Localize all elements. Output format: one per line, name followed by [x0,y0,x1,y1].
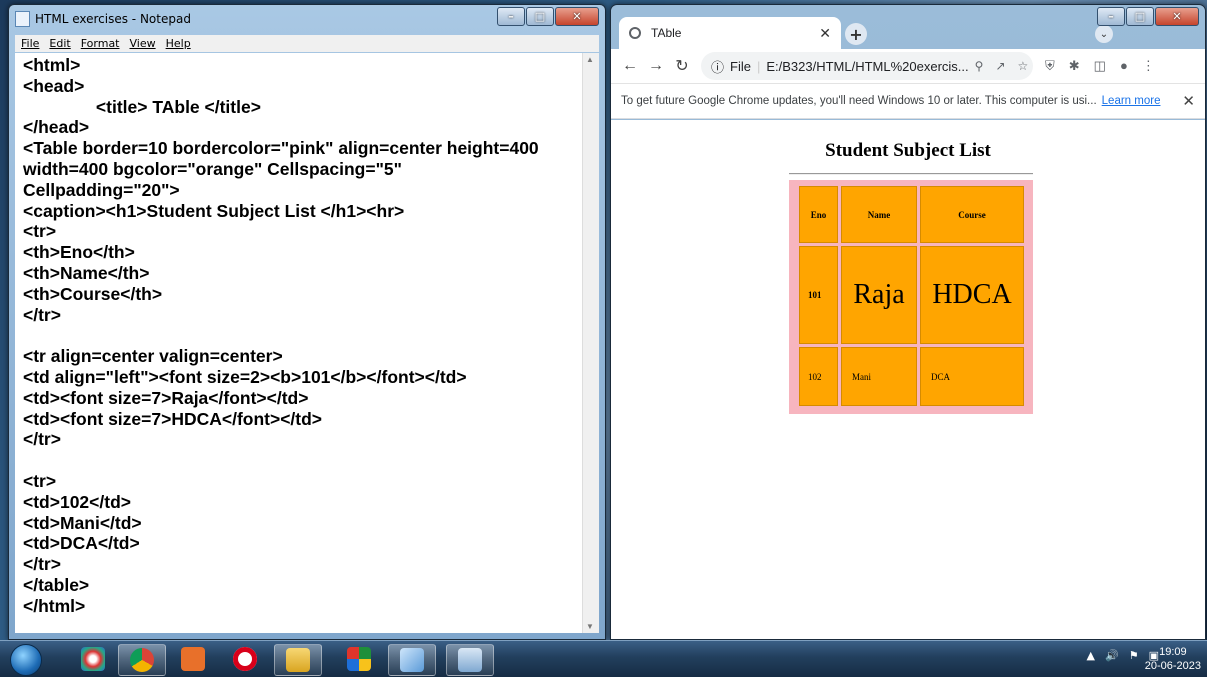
browser-toolbar: ← → ↻ ⓘ File | E:/B323/HTML/HTML%20exerc… [611,49,1205,83]
td-course-dca: DCA [920,347,1024,406]
clock-time: 19:09 [1159,646,1187,658]
tab-title: TAble [651,26,682,40]
notepad-menubar: File Edit Format View Help [15,35,599,52]
table-caption: Student Subject List [825,140,991,161]
tray-expand-icon[interactable]: ▲ [1087,649,1095,662]
minimize-button[interactable]: – [497,7,525,26]
opera-icon [233,647,257,671]
back-arrow-icon[interactable]: ← [617,57,643,75]
action-center-flag-icon[interactable]: ⚑ [1129,649,1139,662]
menu-file[interactable]: File [21,37,39,50]
windows-flag-icon [347,647,371,671]
taskbar-item-opera[interactable] [222,644,268,674]
volume-icon[interactable]: 🔊 [1105,649,1119,662]
infobar-text: To get future Google Chrome updates, you… [621,95,1097,107]
chrome-icon [130,648,154,672]
learn-more-link[interactable]: Learn more [1102,95,1161,107]
zoom-icon[interactable]: ⚲ [975,59,984,73]
scroll-down-icon[interactable]: ▼ [586,622,594,631]
taskbar-item-paint[interactable] [70,644,116,674]
chrome-caption-buttons: – □ ✕ [1097,7,1199,26]
student-table: Eno Name Course 101 Raja HDCA 102 Mani D… [789,180,1033,414]
menu-help[interactable]: Help [166,37,191,50]
clock[interactable]: 19:09 20-06-2023 [1145,645,1201,673]
taskbar-item-explorer[interactable] [274,644,322,676]
menu-edit[interactable]: Edit [49,37,70,50]
chrome-window[interactable]: TAble ✕ + ⌄ – □ ✕ ← → ↻ ⓘ File | E:/B323… [610,4,1206,640]
notepad-app-icon [15,11,30,27]
new-tab-button[interactable]: + [845,23,867,45]
maximize-button[interactable]: □ [526,7,554,26]
taskbar-item-chrome[interactable] [118,644,166,676]
taskbar-item-windows[interactable] [336,644,382,674]
browser-tab[interactable]: TAble ✕ [619,17,841,49]
th-name: Name [841,186,917,243]
close-button[interactable]: ✕ [555,7,599,26]
app-icon [181,647,205,671]
tab-strip: TAble ✕ + ⌄ – □ ✕ [611,5,1205,49]
shield-icon[interactable]: ⛨ [1045,58,1055,74]
horizontal-rule [789,173,1033,175]
td-eno-101: 101 [799,246,838,344]
share-icon[interactable]: ↗ [995,59,1005,73]
td-name-mani: Mani [841,347,917,406]
menu-format[interactable]: Format [81,37,120,50]
paint-icon [81,647,105,671]
notepad-icon [400,648,424,672]
clock-date: 20-06-2023 [1144,660,1201,672]
info-icon[interactable]: ⓘ [711,57,724,76]
th-eno: Eno [799,186,838,243]
taskbar-item-monitor[interactable] [446,644,494,676]
notepad-title: HTML exercises - Notepad [35,12,191,26]
update-infobar: To get future Google Chrome updates, you… [611,83,1205,119]
tab-close-icon[interactable]: ✕ [819,25,831,42]
monitor-icon [458,648,482,672]
td-course-hdca: HDCA [920,246,1024,344]
url-text[interactable]: E:/B323/HTML/HTML%20exercis... [766,59,968,74]
extensions-puzzle-icon[interactable]: ✱ [1069,58,1080,74]
td-name-raja: Raja [841,246,917,344]
folder-icon [286,648,310,672]
profile-avatar-icon[interactable]: ● [1120,58,1128,74]
taskbar: ▲ 🔊 ⚑ ▣ 19:09 20-06-2023 [0,640,1207,677]
maximize-button[interactable]: □ [1126,7,1154,26]
taskbar-item-app[interactable] [170,644,216,674]
th-course: Course [920,186,1024,243]
start-button[interactable] [10,644,42,676]
separator: | [756,58,761,74]
tab-search-button[interactable]: ⌄ [1095,25,1113,43]
minimize-button[interactable]: – [1097,7,1125,26]
bookmark-star-icon[interactable]: ☆ [1018,59,1029,73]
url-scheme-label: File [730,58,751,74]
infobar-close-icon[interactable]: ✕ [1182,92,1195,110]
page-viewport: Student Subject List Eno Name Course 101… [611,120,1205,639]
menu-view[interactable]: View [130,37,156,50]
side-panel-icon[interactable]: ◫ [1094,58,1106,74]
close-button[interactable]: ✕ [1155,7,1199,26]
notepad-window[interactable]: HTML exercises - Notepad – □ ✕ File Edit… [8,4,606,640]
notepad-titlebar[interactable]: HTML exercises - Notepad [15,11,191,27]
taskbar-item-notepad[interactable] [388,644,436,676]
omnibox-actions: ⚲ ↗ ☆ [975,59,1029,73]
toolbar-actions: ⛨ ✱ ◫ ● ⋮ [1045,58,1155,74]
forward-arrow-icon[interactable]: → [643,57,669,75]
menu-kebab-icon[interactable]: ⋮ [1142,58,1155,74]
globe-icon [629,27,641,39]
scroll-up-icon[interactable]: ▲ [586,55,594,64]
notepad-caption-buttons: – □ ✕ [497,7,599,26]
editor-text[interactable]: <html> <head> <title> TAble </title> </h… [15,53,599,617]
reload-icon[interactable]: ↻ [669,56,695,76]
td-eno-102: 102 [799,347,838,406]
notepad-editor[interactable]: <html> <head> <title> TAble </title> </h… [15,53,599,633]
vertical-scrollbar[interactable]: ▲ ▼ [582,53,599,633]
address-bar[interactable]: ⓘ File | E:/B323/HTML/HTML%20exercis... … [701,52,1033,80]
